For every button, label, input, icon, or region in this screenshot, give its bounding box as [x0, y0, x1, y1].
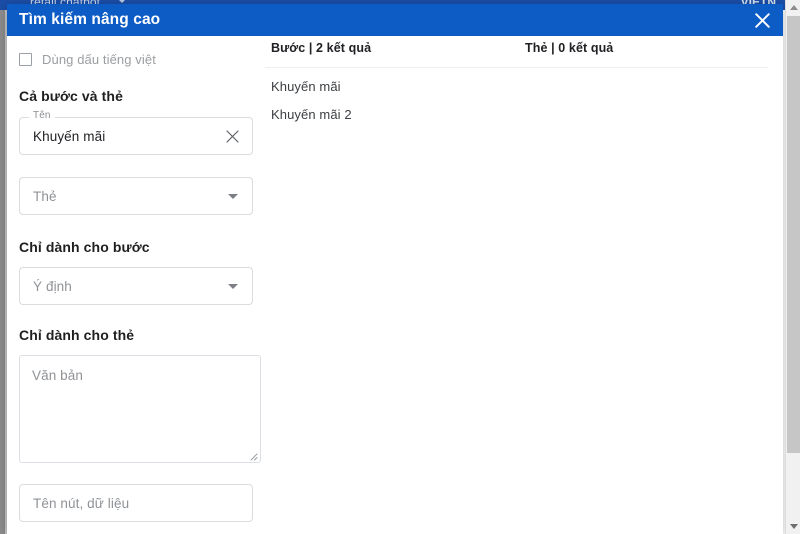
- results-header-tags: Thẻ | 0 kết quả: [525, 41, 614, 55]
- section-title-step-only: Chỉ dành cho bước: [19, 239, 150, 255]
- close-icon[interactable]: [749, 7, 775, 33]
- tag-select-placeholder: Thẻ: [33, 188, 57, 204]
- button-name-field[interactable]: Tên nút, dữ liệu: [19, 484, 253, 522]
- list-item[interactable]: Khuyến mãi 2: [271, 104, 521, 132]
- section-title-tag-only: Chỉ dành cho thẻ: [19, 327, 135, 343]
- text-content-placeholder: Văn bản: [32, 368, 83, 383]
- diacritics-checkbox-label: Dùng dấu tiếng việt: [42, 51, 156, 67]
- list-item[interactable]: Khuyến mãi: [271, 76, 521, 104]
- name-field-label: Tên: [29, 111, 55, 121]
- results-header-row: Bước | 2 kết quả Thẻ | 0 kết quả: [265, 36, 768, 62]
- intent-select[interactable]: Ý định: [19, 267, 253, 305]
- results-column-steps: Khuyến mãi Khuyến mãi 2: [265, 76, 521, 132]
- results-lists: Khuyến mãi Khuyến mãi 2: [265, 68, 768, 132]
- advanced-search-dialog: Tìm kiếm nâng cao Dùng dấu tiếng việt Cả…: [7, 4, 783, 534]
- page-scrollbar[interactable]: [785, 0, 800, 534]
- background-left-strip: [0, 10, 7, 534]
- section-title-both: Cả bước và thẻ: [19, 88, 123, 104]
- dialog-titlebar: Tìm kiếm nâng cao: [7, 4, 783, 36]
- chevron-down-icon[interactable]: [222, 275, 244, 297]
- scrollbar-thumb[interactable]: [787, 16, 800, 453]
- dialog-title: Tìm kiếm nâng cao: [19, 11, 161, 29]
- diacritics-checkbox[interactable]: Dùng dấu tiếng việt: [7, 44, 265, 70]
- search-results-panel: Bước | 2 kết quả Thẻ | 0 kết quả Khuyến …: [265, 36, 768, 534]
- name-field-value: Khuyến mãi: [33, 128, 106, 144]
- clear-name-icon[interactable]: [220, 124, 244, 148]
- chevron-down-icon: [118, 0, 126, 3]
- checkbox-box-icon: [19, 52, 32, 66]
- caret-down-icon[interactable]: [786, 519, 800, 534]
- screen: retail chatbot VIETN Tìm kiếm nâng cao D…: [0, 0, 800, 534]
- chevron-down-icon[interactable]: [222, 185, 244, 207]
- tag-select[interactable]: Thẻ: [19, 177, 253, 215]
- resize-handle-icon[interactable]: [246, 448, 258, 461]
- name-field[interactable]: Tên Khuyến mãi: [19, 111, 253, 155]
- intent-select-placeholder: Ý định: [33, 278, 72, 294]
- caret-up-icon[interactable]: [786, 0, 800, 15]
- search-form-panel: Dùng dấu tiếng việt Cả bước và thẻ Tên K…: [7, 36, 265, 534]
- text-content-textarea[interactable]: Văn bản: [19, 355, 261, 463]
- button-name-placeholder: Tên nút, dữ liệu: [33, 495, 130, 511]
- results-header-steps: Bước | 2 kết quả: [271, 41, 372, 55]
- dialog-body: Dùng dấu tiếng việt Cả bước và thẻ Tên K…: [7, 36, 783, 534]
